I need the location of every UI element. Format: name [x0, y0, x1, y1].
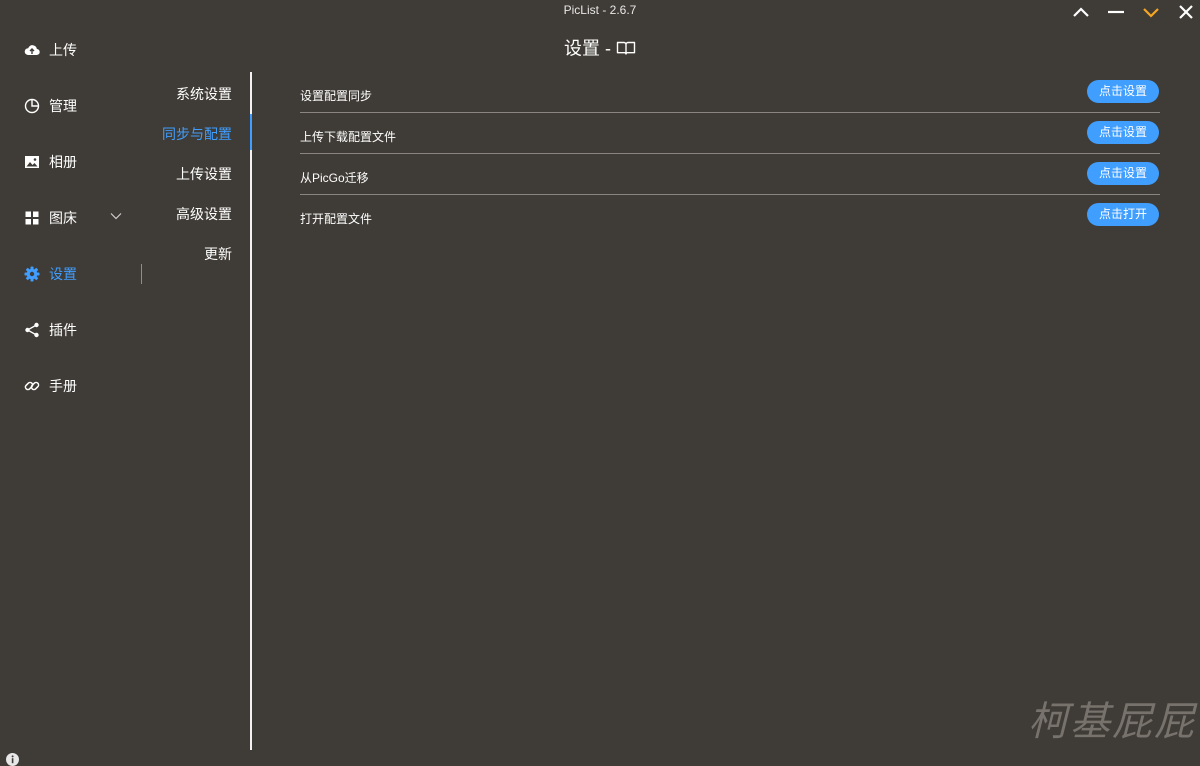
- sidebar-item-picbed[interactable]: 图床: [0, 202, 140, 234]
- share-icon: [25, 322, 39, 338]
- row-label: 设置配置同步: [300, 89, 373, 103]
- sidebar-item-manage[interactable]: 管理: [0, 90, 140, 122]
- migrate-from-picgo-button[interactable]: 点击设置: [1087, 162, 1159, 185]
- config-sync-button[interactable]: 点击设置: [1087, 80, 1159, 103]
- sidebar-active-indicator: [141, 264, 142, 284]
- chevron-down-icon[interactable]: [1140, 2, 1162, 22]
- page-title-text: 设置 -: [563, 38, 611, 59]
- settings-row: 打开配置文件 点击打开: [300, 195, 1160, 236]
- page-title: 设置 -: [0, 36, 1200, 59]
- settings-row: 从PicGo迁移 点击设置: [300, 154, 1160, 195]
- subnav-active-indicator: [250, 114, 252, 150]
- minimize-icon[interactable]: [1105, 2, 1127, 22]
- sidebar-item-label: 相册: [49, 154, 77, 170]
- sidebar-item-manual[interactable]: 手册: [0, 370, 140, 402]
- upload-download-config-button[interactable]: 点击设置: [1087, 121, 1159, 144]
- sidebar-item-label: 插件: [49, 322, 77, 338]
- close-icon[interactable]: [1175, 2, 1197, 22]
- info-icon[interactable]: [6, 753, 19, 766]
- chevron-down-icon[interactable]: [110, 212, 122, 220]
- chevron-up-icon[interactable]: [1070, 2, 1092, 22]
- row-label: 上传下载配置文件: [300, 130, 397, 144]
- sidebar-item-label: 图床: [49, 210, 77, 226]
- subnav-item-sync[interactable]: 同步与配置: [162, 126, 232, 142]
- subnav-item-system[interactable]: 系统设置: [176, 86, 232, 102]
- sidebar-item-plugins[interactable]: 插件: [0, 314, 140, 346]
- book-icon[interactable]: [616, 40, 636, 56]
- subnav-item-update[interactable]: 更新: [204, 246, 232, 262]
- subnav-item-upload[interactable]: 上传设置: [176, 166, 232, 182]
- app-title: PicList - 2.6.7: [563, 3, 637, 17]
- settings-row: 设置配置同步 点击设置: [300, 72, 1160, 113]
- sidebar: 上传 管理 相册 图床 设置 插件 手册: [0, 22, 140, 766]
- subnav-divider: [250, 72, 252, 750]
- watermark: 柯基屁屁: [1028, 699, 1196, 745]
- sidebar-item-label: 手册: [49, 378, 77, 394]
- title-bar: PicList - 2.6.7: [0, 0, 1200, 22]
- row-label: 从PicGo迁移: [300, 171, 369, 185]
- sidebar-item-label: 管理: [49, 98, 77, 114]
- settings-subnav: 系统设置 同步与配置 上传设置 高级设置 更新: [150, 72, 250, 750]
- settings-row: 上传下载配置文件 点击设置: [300, 113, 1160, 154]
- gear-icon: [24, 266, 40, 282]
- link-icon: [24, 381, 40, 391]
- image-icon: [25, 156, 39, 168]
- sidebar-item-gallery[interactable]: 相册: [0, 146, 140, 178]
- open-config-file-button[interactable]: 点击打开: [1087, 203, 1159, 226]
- subnav-item-advanced[interactable]: 高级设置: [176, 206, 232, 222]
- sidebar-item-settings[interactable]: 设置: [0, 258, 140, 290]
- row-label: 打开配置文件: [300, 212, 373, 226]
- pie-chart-icon: [24, 98, 40, 114]
- sidebar-item-label: 设置: [49, 266, 77, 282]
- grid-icon: [25, 211, 39, 225]
